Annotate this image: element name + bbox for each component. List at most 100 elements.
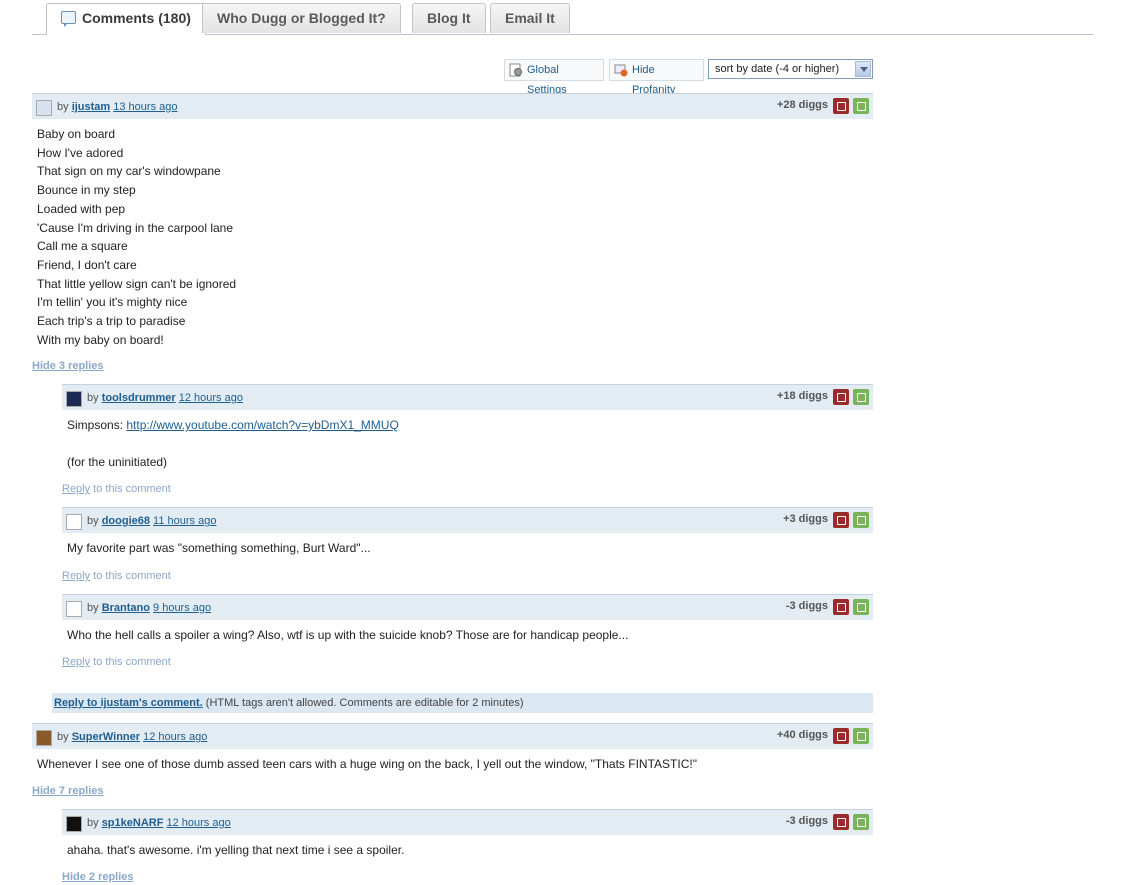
digg-icon[interactable] bbox=[853, 599, 869, 615]
avatar[interactable] bbox=[66, 514, 82, 530]
reply-row: Reply to this comment bbox=[62, 570, 171, 582]
timestamp-link[interactable]: 12 hours ago bbox=[167, 817, 231, 829]
digg-icon[interactable] bbox=[853, 98, 869, 114]
tab-comments[interactable]: Comments (180) bbox=[46, 3, 206, 35]
tab-label: Who Dugg or Blogged It? bbox=[217, 10, 386, 26]
tab-label: Email It bbox=[505, 10, 555, 26]
reply-link[interactable]: Reply bbox=[62, 570, 90, 582]
avatar[interactable] bbox=[36, 730, 52, 746]
username-link[interactable]: Brantano bbox=[102, 602, 150, 614]
timestamp-link[interactable]: 12 hours ago bbox=[179, 392, 243, 404]
digg-icon[interactable] bbox=[853, 728, 869, 744]
digg-icon[interactable] bbox=[853, 389, 869, 405]
username-link[interactable]: sp1keNARF bbox=[102, 817, 164, 829]
username-link[interactable]: toolsdrummer bbox=[102, 392, 176, 404]
comment-line: Each trip's a trip to paradise bbox=[37, 314, 186, 329]
reply-row: Reply to this comment bbox=[62, 483, 171, 495]
bury-icon[interactable] bbox=[833, 512, 849, 528]
comment-line: 'Cause I'm driving in the carpool lane bbox=[37, 220, 234, 235]
comment-header: by toolsdrummer 12 hours ago +18 diggs bbox=[62, 384, 873, 410]
comment-line: I'm tellin' you it's mighty nice bbox=[37, 295, 188, 310]
tab-label: Comments (180) bbox=[82, 10, 191, 26]
comment-line: Call me a square bbox=[37, 239, 128, 254]
bury-icon[interactable] bbox=[833, 98, 849, 114]
bury-icon[interactable] bbox=[833, 599, 849, 615]
comment-meta: by ijustam 13 hours ago bbox=[57, 101, 177, 113]
comment-line: Bounce in my step bbox=[37, 183, 136, 198]
comment-meta: by Brantano 9 hours ago bbox=[87, 602, 211, 614]
comment-header: by SuperWinner 12 hours ago +40 diggs bbox=[32, 723, 873, 749]
digg-count: +3 diggs bbox=[783, 513, 828, 525]
comment-text: Whenever I see one of those dumb assed t… bbox=[37, 757, 697, 771]
comment-body: My favorite part was "something somethin… bbox=[67, 539, 371, 558]
reply-link[interactable]: Reply bbox=[62, 483, 90, 495]
digg-icon[interactable] bbox=[853, 512, 869, 528]
bury-icon[interactable] bbox=[833, 389, 849, 405]
by-label: by bbox=[87, 392, 99, 404]
comment-line: Loaded with pep bbox=[37, 201, 126, 216]
comment-text: Simpsons: bbox=[67, 418, 127, 432]
hide-profanity-button[interactable]: Hide Profanity bbox=[609, 59, 704, 96]
timestamp-link[interactable]: 12 hours ago bbox=[143, 731, 207, 743]
reply-suffix: to this comment bbox=[90, 656, 171, 668]
hide-replies-link[interactable]: Hide 2 replies bbox=[62, 871, 134, 883]
comment-text: (for the uninitiated) bbox=[67, 454, 168, 469]
digg-icon[interactable] bbox=[853, 814, 869, 830]
comment-text: My favorite part was "something somethin… bbox=[67, 541, 371, 555]
avatar[interactable] bbox=[36, 100, 52, 116]
timestamp-link[interactable]: 13 hours ago bbox=[113, 101, 177, 113]
comment-line: That little yellow sign can't be ignored bbox=[37, 276, 237, 291]
tab-blog-it[interactable]: Blog It bbox=[412, 3, 486, 33]
sort-select[interactable]: sort by date (-4 or higher) bbox=[708, 59, 873, 79]
comment-body: Whenever I see one of those dumb assed t… bbox=[37, 755, 697, 774]
avatar[interactable] bbox=[66, 601, 82, 617]
comment-line: Baby on board bbox=[37, 127, 116, 141]
by-label: by bbox=[87, 515, 99, 527]
hide-profanity-label: Hide Profanity bbox=[632, 64, 676, 96]
chevron-down-icon[interactable] bbox=[855, 61, 871, 77]
digg-count: -3 diggs bbox=[785, 600, 828, 612]
username-link[interactable]: SuperWinner bbox=[72, 731, 140, 743]
bury-icon[interactable] bbox=[833, 814, 849, 830]
comment-header: by Brantano 9 hours ago -3 diggs bbox=[62, 594, 873, 620]
comment-meta: by toolsdrummer 12 hours ago bbox=[87, 392, 243, 404]
comment-body: Simpsons: http://www.youtube.com/watch?v… bbox=[67, 416, 399, 471]
by-label: by bbox=[57, 731, 69, 743]
comment-line: Friend, I don't care bbox=[37, 257, 137, 272]
comment-body: Who the hell calls a spoiler a wing? Als… bbox=[67, 626, 628, 645]
reply-note: (HTML tags aren't allowed. Comments are … bbox=[202, 697, 524, 709]
digg-count: +40 diggs bbox=[776, 729, 828, 741]
by-label: by bbox=[87, 817, 99, 829]
comment-line: That sign on my car's windowpane bbox=[37, 164, 221, 179]
comment-body: ahaha. that's awesome. i'm yelling that … bbox=[67, 841, 404, 860]
hide-replies-link[interactable]: Hide 7 replies bbox=[32, 785, 104, 797]
username-link[interactable]: doogie68 bbox=[102, 515, 150, 527]
timestamp-link[interactable]: 11 hours ago bbox=[153, 515, 216, 527]
settings-icon bbox=[509, 63, 522, 77]
by-label: by bbox=[57, 101, 69, 113]
reply-to-comment-link[interactable]: Reply to ijustam's comment. bbox=[54, 697, 203, 709]
avatar[interactable] bbox=[66, 391, 82, 407]
reply-row: Reply to this comment bbox=[62, 656, 171, 668]
reply-bar: Reply to ijustam's comment. (HTML tags a… bbox=[52, 693, 873, 713]
comment-icon bbox=[61, 11, 76, 27]
reply-link[interactable]: Reply bbox=[62, 656, 90, 668]
tab-email-it[interactable]: Email It bbox=[490, 3, 570, 33]
profanity-icon bbox=[614, 64, 628, 77]
youtube-link[interactable]: http://www.youtube.com/watch?v=ybDmX1_MM… bbox=[126, 418, 398, 432]
by-label: by bbox=[87, 602, 99, 614]
tab-label: Blog It bbox=[427, 10, 471, 26]
comment-header: by doogie68 11 hours ago +3 diggs bbox=[62, 507, 873, 533]
avatar[interactable] bbox=[66, 816, 82, 832]
global-settings-label: Global Settings bbox=[527, 64, 567, 96]
username-link[interactable]: ijustam bbox=[72, 101, 111, 113]
global-settings-button[interactable]: Global Settings bbox=[504, 59, 604, 96]
hide-replies-link[interactable]: Hide 3 replies bbox=[32, 360, 104, 372]
timestamp-link[interactable]: 9 hours ago bbox=[153, 602, 211, 614]
comment-meta: by SuperWinner 12 hours ago bbox=[57, 731, 207, 743]
tab-who-dugg[interactable]: Who Dugg or Blogged It? bbox=[202, 3, 401, 33]
digg-count: +18 diggs bbox=[776, 390, 828, 402]
comment-text: Who the hell calls a spoiler a wing? Als… bbox=[67, 628, 629, 642]
bury-icon[interactable] bbox=[833, 728, 849, 744]
digg-count: -3 diggs bbox=[785, 815, 828, 827]
